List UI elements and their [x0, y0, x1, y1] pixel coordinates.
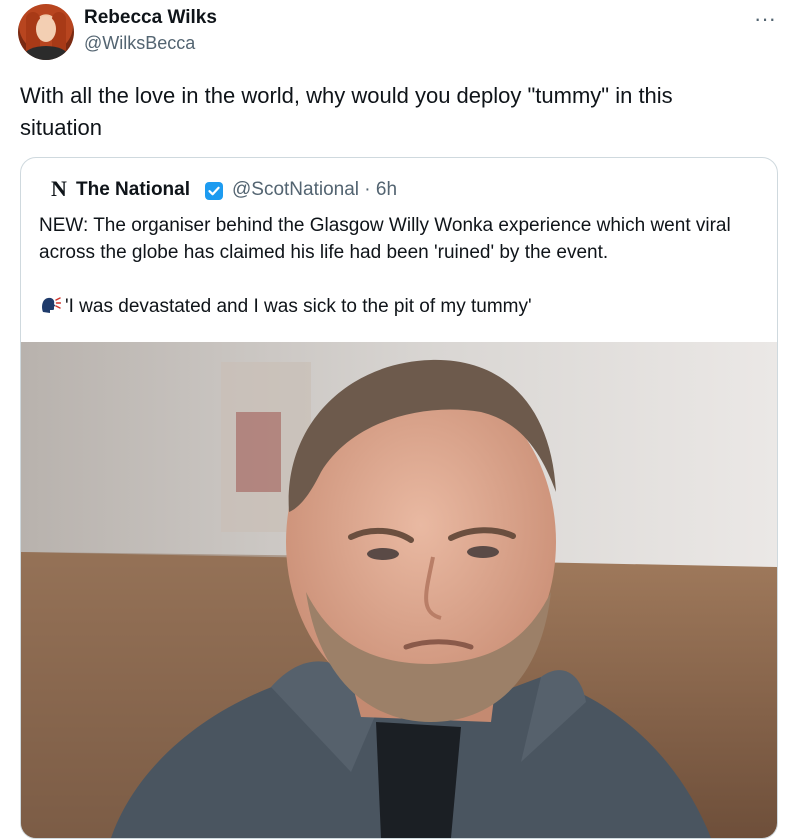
author-handle[interactable]: @WilksBecca	[84, 33, 195, 54]
quoted-handle-time[interactable]: @ScotNational · 6h	[232, 179, 397, 201]
news-photo[interactable]	[21, 342, 777, 838]
ellipsis-icon[interactable]: ···	[754, 6, 776, 32]
quoted-tweet-text: NEW: The organiser behind the Glasgow Wi…	[39, 215, 731, 263]
quoted-tweet-card[interactable]: N The National @ScotNational · 6h NEW: T…	[20, 157, 778, 839]
the-national-logo: N	[51, 176, 67, 201]
tweet-text: With all the love in the world, why woul…	[20, 83, 673, 140]
speaking-head-icon	[42, 297, 61, 313]
news-photo-illustration	[21, 342, 777, 838]
author-avatar[interactable]	[18, 4, 74, 60]
quote-text: 'I was devastated and I was sick to the …	[65, 296, 532, 317]
quoted-author-name[interactable]: The National	[76, 179, 190, 201]
quoted-tweet-quote: 'I was devastated and I was sick to the …	[39, 293, 759, 320]
author-name[interactable]: Rebecca Wilks	[84, 7, 217, 29]
verified-badge-icon	[205, 182, 223, 200]
